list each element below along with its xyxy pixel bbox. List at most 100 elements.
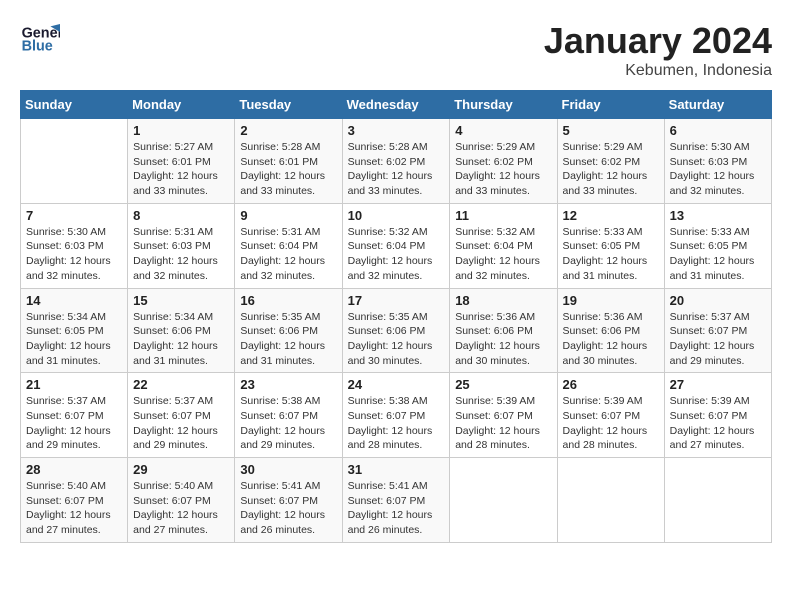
day-number: 18 bbox=[455, 293, 551, 308]
day-info: Sunrise: 5:34 AMSunset: 6:06 PMDaylight:… bbox=[133, 310, 229, 369]
day-number: 20 bbox=[670, 293, 766, 308]
calendar-cell: 18 Sunrise: 5:36 AMSunset: 6:06 PMDayligh… bbox=[450, 288, 557, 373]
calendar-cell bbox=[664, 458, 771, 543]
calendar-cell: 8 Sunrise: 5:31 AMSunset: 6:03 PMDaylight… bbox=[128, 203, 235, 288]
calendar-cell: 24 Sunrise: 5:38 AMSunset: 6:07 PMDayligh… bbox=[342, 373, 450, 458]
day-number: 8 bbox=[133, 208, 229, 223]
day-number: 15 bbox=[133, 293, 229, 308]
calendar-cell: 4 Sunrise: 5:29 AMSunset: 6:02 PMDaylight… bbox=[450, 119, 557, 204]
day-info: Sunrise: 5:31 AMSunset: 6:04 PMDaylight:… bbox=[240, 225, 336, 284]
day-info: Sunrise: 5:37 AMSunset: 6:07 PMDaylight:… bbox=[670, 310, 766, 369]
calendar-cell: 3Sunrise: 5:28 AMSunset: 6:02 PMDaylight… bbox=[342, 119, 450, 204]
calendar-cell: 13 Sunrise: 5:33 AMSunset: 6:05 PMDayligh… bbox=[664, 203, 771, 288]
day-number: 31 bbox=[348, 462, 445, 477]
day-info: Sunrise: 5:40 AMSunset: 6:07 PMDaylight:… bbox=[26, 479, 122, 538]
day-info: Sunrise: 5:40 AMSunset: 6:07 PMDaylight:… bbox=[133, 479, 229, 538]
calendar-cell: 31 Sunrise: 5:41 AMSunset: 6:07 PMDayligh… bbox=[342, 458, 450, 543]
weekday-header-saturday: Saturday bbox=[664, 91, 771, 119]
day-info: Sunrise: 5:27 AMSunset: 6:01 PMDaylight:… bbox=[133, 140, 229, 199]
day-number: 11 bbox=[455, 208, 551, 223]
calendar-cell: 22 Sunrise: 5:37 AMSunset: 6:07 PMDayligh… bbox=[128, 373, 235, 458]
day-info: Sunrise: 5:41 AMSunset: 6:07 PMDaylight:… bbox=[240, 479, 336, 538]
day-number: 7 bbox=[26, 208, 122, 223]
day-info: Sunrise: 5:36 AMSunset: 6:06 PMDaylight:… bbox=[455, 310, 551, 369]
day-info: Sunrise: 5:29 AMSunset: 6:02 PMDaylight:… bbox=[455, 140, 551, 199]
day-number: 22 bbox=[133, 377, 229, 392]
calendar-cell: 5 Sunrise: 5:29 AMSunset: 6:02 PMDaylight… bbox=[557, 119, 664, 204]
calendar-cell: 14 Sunrise: 5:34 AMSunset: 6:05 PMDayligh… bbox=[21, 288, 128, 373]
day-number: 23 bbox=[240, 377, 336, 392]
day-number: 25 bbox=[455, 377, 551, 392]
svg-text:Blue: Blue bbox=[22, 38, 53, 54]
day-info: Sunrise: 5:38 AMSunset: 6:07 PMDaylight:… bbox=[240, 394, 336, 453]
day-number: 24 bbox=[348, 377, 445, 392]
day-info: Sunrise: 5:37 AMSunset: 6:07 PMDaylight:… bbox=[133, 394, 229, 453]
day-number: 17 bbox=[348, 293, 445, 308]
calendar-cell: 7 Sunrise: 5:30 AMSunset: 6:03 PMDaylight… bbox=[21, 203, 128, 288]
calendar-cell: 25 Sunrise: 5:39 AMSunset: 6:07 PMDayligh… bbox=[450, 373, 557, 458]
calendar-cell: 28 Sunrise: 5:40 AMSunset: 6:07 PMDayligh… bbox=[21, 458, 128, 543]
day-info: Sunrise: 5:38 AMSunset: 6:07 PMDaylight:… bbox=[348, 394, 445, 453]
calendar-cell: 6 Sunrise: 5:30 AMSunset: 6:03 PMDaylight… bbox=[664, 119, 771, 204]
day-number: 19 bbox=[563, 293, 659, 308]
calendar-cell: 15 Sunrise: 5:34 AMSunset: 6:06 PMDayligh… bbox=[128, 288, 235, 373]
day-number: 13 bbox=[670, 208, 766, 223]
calendar-cell: 26 Sunrise: 5:39 AMSunset: 6:07 PMDayligh… bbox=[557, 373, 664, 458]
calendar-cell: 20 Sunrise: 5:37 AMSunset: 6:07 PMDayligh… bbox=[664, 288, 771, 373]
day-info: Sunrise: 5:33 AMSunset: 6:05 PMDaylight:… bbox=[563, 225, 659, 284]
day-number: 30 bbox=[240, 462, 336, 477]
weekday-header-monday: Monday bbox=[128, 91, 235, 119]
day-number: 1 bbox=[133, 123, 229, 138]
weekday-header-wednesday: Wednesday bbox=[342, 91, 450, 119]
day-info: Sunrise: 5:39 AMSunset: 6:07 PMDaylight:… bbox=[455, 394, 551, 453]
day-number: 29 bbox=[133, 462, 229, 477]
calendar-cell: 19Sunrise: 5:36 AMSunset: 6:06 PMDayligh… bbox=[557, 288, 664, 373]
day-number: 26 bbox=[563, 377, 659, 392]
day-info: Sunrise: 5:41 AMSunset: 6:07 PMDaylight:… bbox=[348, 479, 445, 538]
day-info: Sunrise: 5:28 AMSunset: 6:02 PMDaylight:… bbox=[348, 140, 445, 199]
day-info: Sunrise: 5:35 AMSunset: 6:06 PMDaylight:… bbox=[348, 310, 445, 369]
calendar-cell: 23 Sunrise: 5:38 AMSunset: 6:07 PMDayligh… bbox=[235, 373, 342, 458]
calendar-cell: 10Sunrise: 5:32 AMSunset: 6:04 PMDayligh… bbox=[342, 203, 450, 288]
day-info: Sunrise: 5:32 AMSunset: 6:04 PMDaylight:… bbox=[455, 225, 551, 284]
day-number: 9 bbox=[240, 208, 336, 223]
page-header: General Blue January 2024 Kebumen, Indon… bbox=[20, 20, 772, 80]
calendar-cell: 11 Sunrise: 5:32 AMSunset: 6:04 PMDayligh… bbox=[450, 203, 557, 288]
day-number: 2 bbox=[240, 123, 336, 138]
day-number: 16 bbox=[240, 293, 336, 308]
calendar-cell: 29 Sunrise: 5:40 AMSunset: 6:07 PMDayligh… bbox=[128, 458, 235, 543]
title-block: January 2024 Kebumen, Indonesia bbox=[544, 20, 772, 80]
day-info: Sunrise: 5:32 AMSunset: 6:04 PMDaylight:… bbox=[348, 225, 445, 284]
calendar-cell: 17 Sunrise: 5:35 AMSunset: 6:06 PMDayligh… bbox=[342, 288, 450, 373]
day-info: Sunrise: 5:35 AMSunset: 6:06 PMDaylight:… bbox=[240, 310, 336, 369]
day-info: Sunrise: 5:30 AMSunset: 6:03 PMDaylight:… bbox=[670, 140, 766, 199]
day-info: Sunrise: 5:33 AMSunset: 6:05 PMDaylight:… bbox=[670, 225, 766, 284]
calendar-cell bbox=[21, 119, 128, 204]
day-info: Sunrise: 5:37 AMSunset: 6:07 PMDaylight:… bbox=[26, 394, 122, 453]
day-number: 28 bbox=[26, 462, 122, 477]
day-info: Sunrise: 5:29 AMSunset: 6:02 PMDaylight:… bbox=[563, 140, 659, 199]
day-info: Sunrise: 5:31 AMSunset: 6:03 PMDaylight:… bbox=[133, 225, 229, 284]
day-number: 12 bbox=[563, 208, 659, 223]
day-info: Sunrise: 5:39 AMSunset: 6:07 PMDaylight:… bbox=[563, 394, 659, 453]
day-info: Sunrise: 5:30 AMSunset: 6:03 PMDaylight:… bbox=[26, 225, 122, 284]
weekday-header-tuesday: Tuesday bbox=[235, 91, 342, 119]
calendar-cell bbox=[557, 458, 664, 543]
calendar-cell: 16 Sunrise: 5:35 AMSunset: 6:06 PMDayligh… bbox=[235, 288, 342, 373]
calendar-cell: 2 Sunrise: 5:28 AMSunset: 6:01 PMDaylight… bbox=[235, 119, 342, 204]
day-number: 4 bbox=[455, 123, 551, 138]
day-info: Sunrise: 5:28 AMSunset: 6:01 PMDaylight:… bbox=[240, 140, 336, 199]
month-title: January 2024 bbox=[544, 20, 772, 62]
logo: General Blue bbox=[20, 20, 64, 60]
calendar-cell: 1 Sunrise: 5:27 AMSunset: 6:01 PMDaylight… bbox=[128, 119, 235, 204]
day-number: 6 bbox=[670, 123, 766, 138]
day-number: 14 bbox=[26, 293, 122, 308]
day-number: 27 bbox=[670, 377, 766, 392]
calendar-cell: 21Sunrise: 5:37 AMSunset: 6:07 PMDayligh… bbox=[21, 373, 128, 458]
calendar-cell: 12 Sunrise: 5:33 AMSunset: 6:05 PMDayligh… bbox=[557, 203, 664, 288]
day-info: Sunrise: 5:34 AMSunset: 6:05 PMDaylight:… bbox=[26, 310, 122, 369]
day-number: 5 bbox=[563, 123, 659, 138]
weekday-header-sunday: Sunday bbox=[21, 91, 128, 119]
calendar-cell: 27Sunrise: 5:39 AMSunset: 6:07 PMDayligh… bbox=[664, 373, 771, 458]
location: Kebumen, Indonesia bbox=[544, 62, 772, 80]
